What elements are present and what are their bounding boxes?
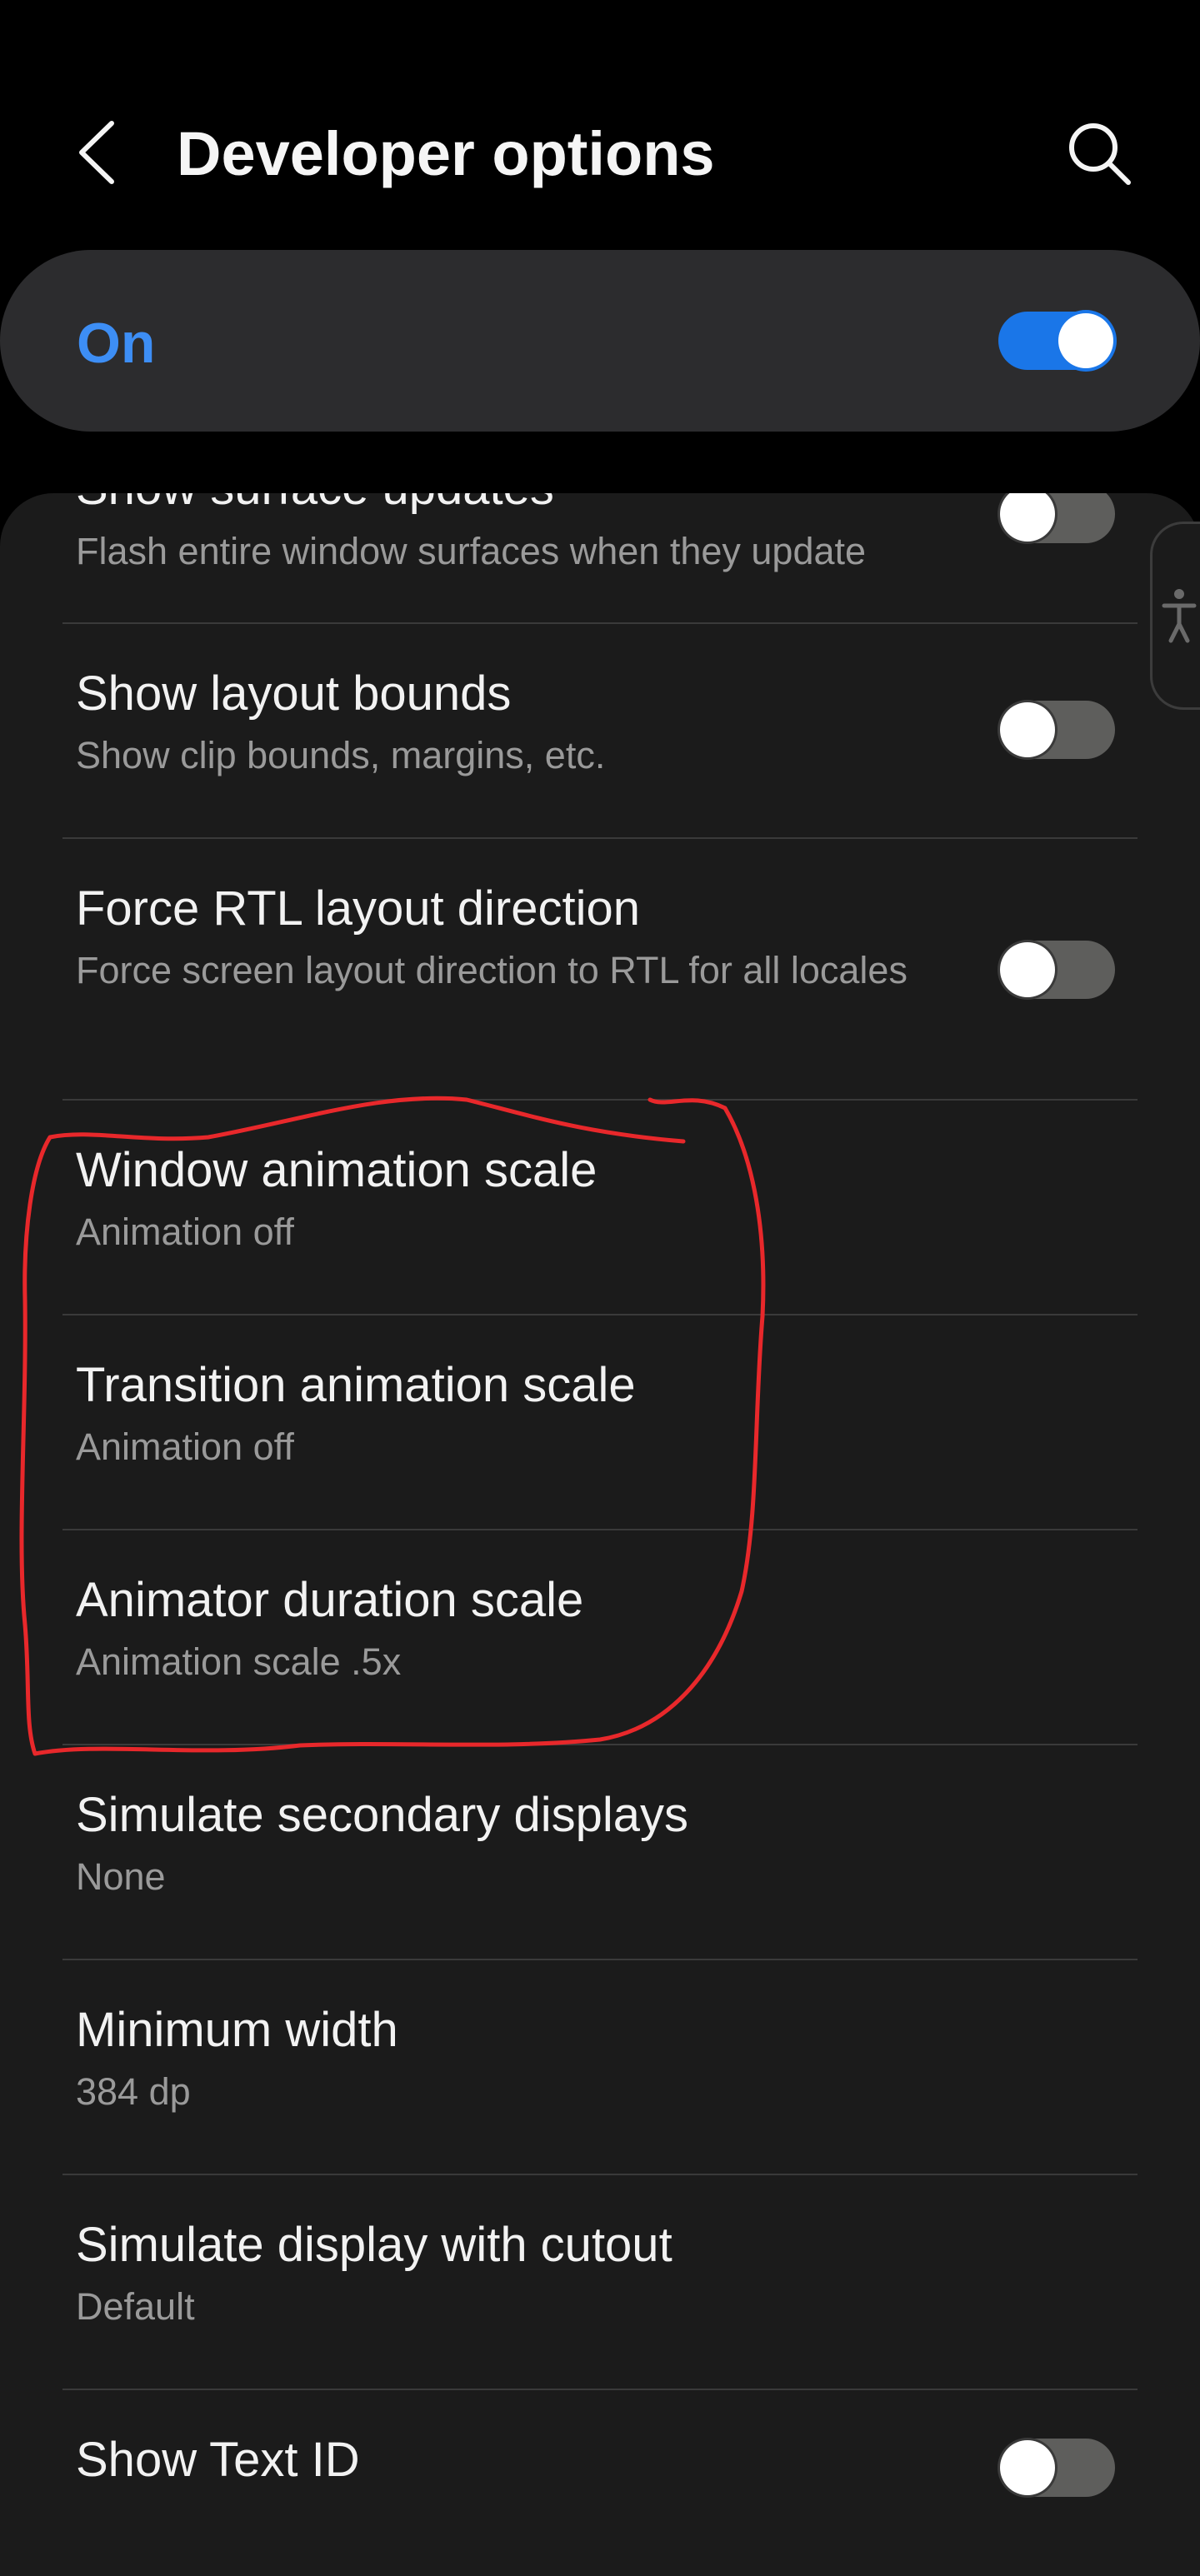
toggle-knob bbox=[1000, 942, 1055, 997]
accessibility-side-tab[interactable] bbox=[1150, 522, 1200, 710]
setting-window-animation-scale[interactable]: Window animation scale Animation off bbox=[0, 1101, 1200, 1314]
toggle-knob bbox=[1000, 702, 1055, 757]
setting-title: Transition animation scale bbox=[76, 1358, 636, 1412]
chevron-left-icon bbox=[79, 121, 114, 184]
setting-title: Animator duration scale bbox=[76, 1573, 584, 1627]
setting-subtitle: Animation off bbox=[76, 1425, 294, 1468]
master-switch-label: On bbox=[77, 312, 156, 375]
setting-title: Minimum width bbox=[76, 2003, 398, 2057]
app-header: Developer options bbox=[0, 0, 1200, 250]
setting-title: Simulate secondary displays bbox=[76, 1788, 689, 1842]
toggle-knob bbox=[1000, 493, 1055, 542]
setting-show-layout-bounds[interactable]: Show layout bounds Show clip bounds, mar… bbox=[0, 624, 1200, 837]
search-icon bbox=[1069, 123, 1131, 185]
setting-title: Force RTL layout direction bbox=[76, 881, 640, 936]
accessibility-icon bbox=[1162, 589, 1197, 643]
setting-simulate-secondary-displays[interactable]: Simulate secondary displays None bbox=[0, 1745, 1200, 1959]
search-button[interactable] bbox=[1058, 112, 1142, 196]
setting-subtitle: Animation scale .5x bbox=[76, 1640, 402, 1683]
show-surface-updates-toggle[interactable] bbox=[998, 493, 1115, 543]
setting-subtitle: Animation off bbox=[76, 1211, 294, 1253]
toggle-knob bbox=[1058, 313, 1113, 368]
setting-animator-duration-scale[interactable]: Animator duration scale Animation scale … bbox=[0, 1530, 1200, 1744]
setting-subtitle: Flash entire window surfaces when they u… bbox=[76, 530, 867, 572]
setting-subtitle: None bbox=[76, 1855, 166, 1898]
setting-show-surface-updates[interactable]: Show surface updates Flash entire window… bbox=[0, 493, 1200, 618]
master-switch-bar[interactable]: On bbox=[0, 250, 1200, 432]
setting-subtitle: Default bbox=[76, 2285, 195, 2328]
force-rtl-toggle[interactable] bbox=[998, 941, 1115, 999]
setting-title: Window animation scale bbox=[76, 1143, 598, 1197]
toggle-knob bbox=[1000, 2440, 1055, 2495]
page-title: Developer options bbox=[177, 119, 715, 188]
setting-title: Show surface updates bbox=[76, 493, 554, 517]
setting-title: Show Text ID bbox=[76, 2433, 360, 2487]
setting-subtitle: Force screen layout direction to RTL for… bbox=[76, 949, 908, 991]
setting-title: Show layout bounds bbox=[76, 666, 512, 721]
show-layout-bounds-toggle[interactable] bbox=[998, 701, 1115, 759]
setting-simulate-display-cutout[interactable]: Simulate display with cutout Default bbox=[0, 2175, 1200, 2389]
setting-show-text-id[interactable]: Show Text ID bbox=[0, 2390, 1200, 2557]
master-toggle[interactable] bbox=[998, 312, 1115, 370]
settings-list: Show surface updates Flash entire window… bbox=[0, 493, 1200, 2576]
setting-subtitle: 384 dp bbox=[76, 2070, 191, 2113]
show-text-id-toggle[interactable] bbox=[998, 2439, 1115, 2497]
back-button[interactable] bbox=[60, 115, 135, 190]
setting-title: Simulate display with cutout bbox=[76, 2218, 672, 2272]
setting-subtitle: Show clip bounds, margins, etc. bbox=[76, 734, 606, 776]
setting-transition-animation-scale[interactable]: Transition animation scale Animation off bbox=[0, 1315, 1200, 1529]
setting-minimum-width[interactable]: Minimum width 384 dp bbox=[0, 1960, 1200, 2174]
setting-force-rtl[interactable]: Force RTL layout direction Force screen … bbox=[0, 839, 1200, 1099]
